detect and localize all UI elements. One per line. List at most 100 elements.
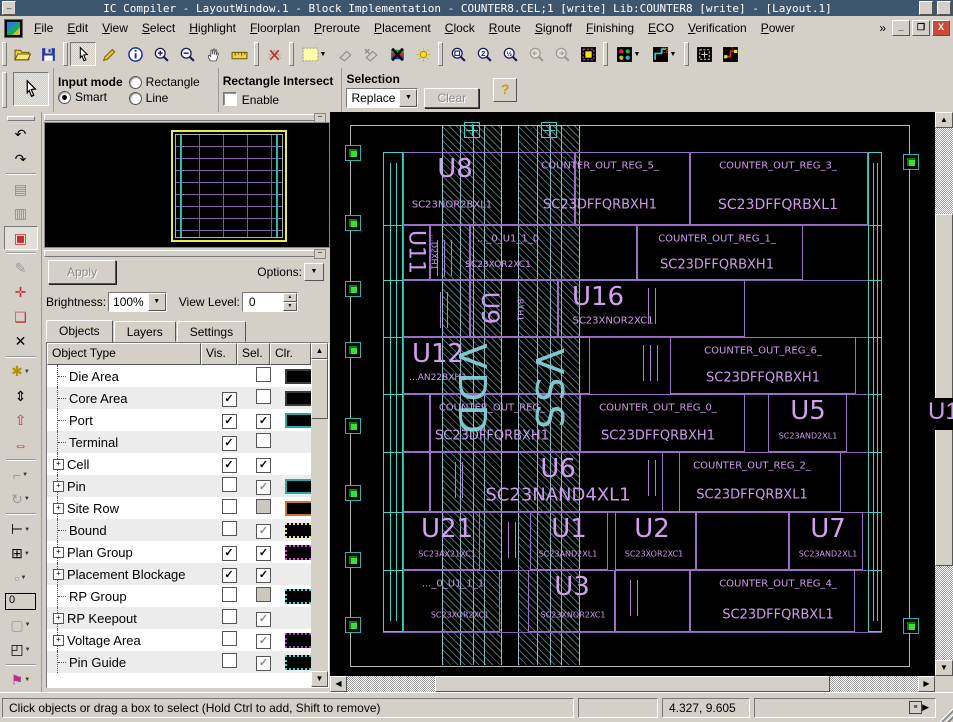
- visibility-checkbox[interactable]: [222, 392, 237, 407]
- area-select-button[interactable]: ▢▼: [4, 613, 38, 637]
- ruler-button[interactable]: [226, 42, 252, 66]
- dim-button[interactable]: [410, 42, 436, 66]
- mdi-minimize-button[interactable]: _: [892, 20, 910, 36]
- minimap[interactable]: [44, 122, 330, 248]
- port[interactable]: [345, 552, 361, 568]
- rect-intersect-enable-checkbox[interactable]: Enable: [223, 92, 334, 107]
- selectability-checkbox[interactable]: [256, 458, 271, 473]
- flip-vertical-button[interactable]: ⇕: [4, 384, 38, 408]
- toolbar-grip[interactable]: [63, 42, 68, 66]
- toolbar-grip[interactable]: [2, 72, 7, 108]
- select-tool-button[interactable]: [70, 42, 96, 66]
- menu-preroute[interactable]: Preroute: [307, 18, 367, 38]
- tab-objects[interactable]: Objects: [46, 320, 113, 343]
- canvas-horizontal-scrollbar[interactable]: ◀ ▶: [330, 676, 935, 692]
- titlebar-minimize-button[interactable]: [919, 1, 933, 15]
- menu-route[interactable]: Route: [482, 18, 528, 38]
- menu-placement[interactable]: Placement: [367, 18, 438, 38]
- zoom-in-button[interactable]: [148, 42, 174, 66]
- input-mode-smart-radio[interactable]: Smart: [58, 90, 113, 104]
- delete-button[interactable]: ✕: [4, 329, 38, 353]
- group-button[interactable]: ✱▼: [4, 360, 38, 384]
- spacing-field[interactable]: 0: [5, 593, 36, 610]
- expander-icon[interactable]: +: [53, 613, 64, 624]
- redo-button[interactable]: ↷: [4, 147, 38, 171]
- zoom-out-button[interactable]: [174, 42, 200, 66]
- scrollbar-thumb[interactable]: [311, 359, 328, 419]
- select-mode-button[interactable]: [13, 72, 49, 106]
- pop-up-button[interactable]: ▥: [4, 202, 38, 226]
- view-level-spinner[interactable]: 0▲▼: [242, 292, 298, 312]
- expander-icon[interactable]: +: [53, 503, 64, 514]
- visibility-checkbox[interactable]: [222, 414, 237, 429]
- brightness-combo[interactable]: 100%▼: [108, 292, 167, 312]
- expander-icon[interactable]: +: [53, 635, 64, 646]
- zoom-2x-button[interactable]: [471, 42, 497, 66]
- toolbar-overflow-chevron[interactable]: »: [879, 21, 886, 35]
- selectability-checkbox[interactable]: [256, 414, 271, 429]
- table-scrollbar[interactable]: ▲ ▼: [311, 343, 328, 687]
- selectability-checkbox[interactable]: [256, 568, 271, 583]
- input-mode-rectangle-radio[interactable]: Rectangle: [129, 75, 200, 89]
- tab-settings[interactable]: Settings: [177, 321, 246, 342]
- push-down-button[interactable]: ▤: [4, 177, 38, 201]
- minimap-viewport[interactable]: [171, 130, 287, 242]
- toolbar-grip[interactable]: [603, 42, 608, 66]
- previous-view-button[interactable]: [523, 42, 549, 66]
- visibility-checkbox[interactable]: [222, 609, 237, 624]
- layout-canvas[interactable]: U8SC23NOR2BXL1COUNTER_OUT_REG_5_SC23DFFQ…: [330, 112, 953, 692]
- bird-view-button[interactable]: [691, 42, 717, 66]
- visibility-checkbox[interactable]: [222, 587, 237, 602]
- visibility-checkbox[interactable]: [222, 499, 237, 514]
- menu-signoff[interactable]: Signoff: [528, 18, 579, 38]
- selectability-checkbox[interactable]: [256, 656, 271, 671]
- selection-clear-button[interactable]: Clear: [424, 88, 479, 108]
- mdi-restore-button[interactable]: ❐: [912, 20, 930, 36]
- zoom-half-button[interactable]: [497, 42, 523, 66]
- layout-cell[interactable]: [615, 570, 690, 632]
- column-header-vis[interactable]: Vis.: [201, 343, 237, 365]
- menu-select[interactable]: Select: [135, 18, 182, 38]
- flip-horizontal-button[interactable]: ⇧: [4, 408, 38, 432]
- dock-handle[interactable]: [44, 250, 324, 257]
- route-options-button[interactable]: ▼: [646, 42, 682, 66]
- menu-edit[interactable]: Edit: [60, 18, 95, 38]
- selectability-checkbox[interactable]: [256, 634, 271, 649]
- expander-icon[interactable]: +: [53, 459, 64, 470]
- menu-highlight[interactable]: Highlight: [182, 18, 243, 38]
- menu-floorplan[interactable]: Floorplan: [243, 18, 307, 38]
- menu-eco[interactable]: ECO: [641, 18, 681, 38]
- selectability-checkbox[interactable]: [256, 433, 271, 448]
- port[interactable]: [345, 281, 361, 297]
- dock-handle[interactable]: [44, 114, 324, 121]
- selection-mode-combo[interactable]: Replace▼: [346, 88, 418, 108]
- selectability-checkbox[interactable]: [256, 546, 271, 561]
- create-route-button[interactable]: ⌐▼: [4, 463, 38, 487]
- resize-grip[interactable]: [939, 708, 953, 722]
- selectability-checkbox[interactable]: [256, 612, 271, 627]
- box-select-button[interactable]: ▣: [4, 226, 38, 250]
- toolbar-grip[interactable]: [7, 116, 35, 121]
- menu-clock[interactable]: Clock: [438, 18, 482, 38]
- toolbar-grip[interactable]: [289, 42, 294, 66]
- tab-layers[interactable]: Layers: [114, 321, 176, 342]
- highlight-color-swatch[interactable]: ▼: [296, 42, 332, 66]
- reroute-button[interactable]: ↻▼: [4, 487, 38, 511]
- visibility-checkbox[interactable]: [222, 568, 237, 583]
- visibility-checkbox[interactable]: [222, 436, 237, 451]
- visibility-checkbox[interactable]: [222, 631, 237, 646]
- query-info-button[interactable]: [122, 42, 148, 66]
- clear-highlight-button[interactable]: [384, 42, 410, 66]
- open-button[interactable]: [9, 42, 35, 66]
- scroll-up-button[interactable]: ▲: [311, 343, 328, 359]
- move-button[interactable]: ✛: [4, 281, 38, 305]
- port[interactable]: [345, 485, 361, 501]
- net-connections-button[interactable]: [717, 42, 743, 66]
- selectability-checkbox[interactable]: [256, 524, 271, 539]
- port[interactable]: [903, 154, 919, 170]
- snap-button[interactable]: ▫▼: [4, 566, 38, 590]
- pan-button[interactable]: [200, 42, 226, 66]
- visibility-checkbox[interactable]: [222, 653, 237, 668]
- column-header-sel[interactable]: Sel.: [237, 343, 270, 365]
- column-header-objecttype[interactable]: Object Type: [47, 343, 201, 365]
